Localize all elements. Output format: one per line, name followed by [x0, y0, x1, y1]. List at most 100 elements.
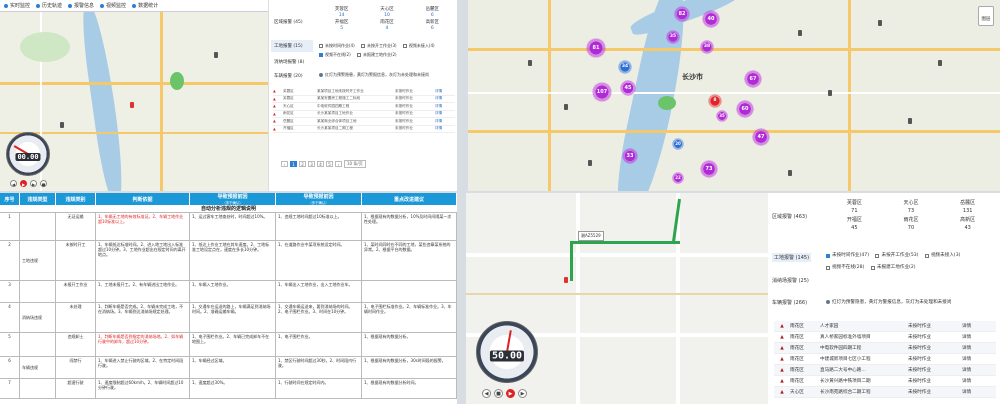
play-icon[interactable]: ▶ [506, 389, 515, 398]
tab-site-alarm[interactable]: 工地报警 (15) [271, 40, 313, 52]
car-marker[interactable] [828, 90, 832, 96]
car-marker[interactable] [908, 118, 912, 124]
list-item[interactable]: ▲ 芙蓉区 某某安置房工程施工二标段 未按时作业 详情 [273, 96, 455, 103]
list-item[interactable]: ▲ 天心区 长沙南苑路综合二期工程 未按时作业 详情 [774, 387, 996, 398]
detail-link[interactable]: 详情 [962, 334, 984, 340]
list-item[interactable]: ▲ 天心区 中电软件园四期工程 未按时作业 详情 [273, 103, 455, 111]
list-item[interactable]: ▲ 雨花区 中建城新项目七区小工程 未按时作业 详情 [774, 354, 996, 365]
cluster-marker[interactable]: 22 [672, 172, 684, 184]
car-marker[interactable] [588, 160, 592, 166]
detail-link[interactable]: 详情 [435, 96, 453, 101]
cluster-marker[interactable]: 35 [666, 30, 680, 44]
cluster-marker[interactable]: 47 [752, 128, 770, 146]
page-size-select[interactable]: 10 条/页 [344, 160, 366, 168]
filter-checkbox[interactable]: 未报建工地作业(2) [870, 263, 916, 273]
page-button[interactable]: 5 [326, 161, 333, 167]
car-marker[interactable] [938, 60, 942, 66]
detail-link[interactable]: 详情 [435, 89, 453, 94]
detail-link[interactable]: 详情 [962, 367, 984, 373]
tab-disposal-alarm[interactable]: 消纳场报警 (25) [772, 277, 809, 284]
filter-checkbox[interactable]: 视频未接入(4) [402, 42, 435, 50]
toolbar-item[interactable]: 数据统计 [132, 2, 158, 9]
detail-link[interactable]: 详情 [962, 378, 984, 384]
list-item[interactable]: ▲ 雨花区 中电软件园四期工程 未按时作业 详情 [774, 343, 996, 354]
map-area[interactable]: 长沙市 82 40 81 35 38 34 67 45 107 8 60 35 … [468, 0, 1000, 191]
list-item[interactable]: ▲ 雨花区 长沙黄兴路中铁项目二期 未按时作业 详情 [774, 376, 996, 387]
detail-link[interactable]: 详情 [962, 389, 984, 395]
cluster-marker[interactable]: 40 [702, 10, 720, 28]
page-button[interactable]: 1 [290, 161, 297, 167]
toolbar-item[interactable]: 视频监控 [100, 2, 126, 9]
car-marker[interactable] [528, 60, 532, 66]
next-page-button[interactable]: › [335, 161, 342, 167]
toolbar-item[interactable]: 历史轨迹 [36, 2, 62, 9]
tab-disposal-alarm[interactable]: 消纳场报警 (8) [271, 56, 313, 68]
detail-link[interactable]: 详情 [435, 104, 453, 109]
legend-radio-item[interactable]: 红灯为预警隐患，黄灯为警报信息，灰灯为未处理和未接尚 [319, 72, 429, 78]
detail-link[interactable]: 详情 [962, 345, 984, 351]
filter-checkbox[interactable]: 未按时间作业(47) [826, 251, 869, 261]
car-marker[interactable] [130, 102, 134, 108]
cluster-marker[interactable]: 8 [708, 94, 722, 108]
list-item[interactable]: ▲ 芙蓉区 某某项目工地未按时开工作业 未按时作业 详情 [273, 88, 455, 96]
cluster-marker[interactable]: 60 [736, 100, 754, 118]
cluster-marker[interactable]: 33 [622, 148, 638, 164]
car-marker[interactable] [798, 30, 802, 36]
rewind-icon[interactable]: ◀ [10, 180, 17, 187]
cluster-marker[interactable]: 82 [674, 6, 690, 22]
filter-checkbox[interactable]: 未报建工地作业(2) [356, 51, 397, 59]
rewind-icon[interactable]: ◀ [482, 389, 491, 398]
list-item[interactable]: ▲ 开福区 长沙某某项目二期工程 未按时作业 详情 [273, 126, 455, 133]
stop-icon[interactable]: ■ [494, 389, 503, 398]
detail-link[interactable]: 详情 [435, 126, 453, 131]
car-marker[interactable] [564, 104, 568, 110]
filter-checkbox[interactable]: 视频不在线(28) [826, 263, 864, 273]
layers-button[interactable]: 图层 [978, 6, 994, 26]
page-button[interactable]: 3 [308, 161, 315, 167]
car-marker[interactable] [878, 20, 882, 26]
cluster-marker[interactable]: 67 [744, 70, 762, 88]
legend-radio-item[interactable]: 红灯为预警隐患，黄灯为警报信息，灰灯为未处理和未接尚 [826, 299, 951, 305]
prev-page-button[interactable]: ‹ [281, 161, 288, 167]
filter-checkbox[interactable]: 未按时间作业(4) [319, 42, 355, 50]
car-marker[interactable] [60, 122, 64, 128]
tab-vehicle-alarm[interactable]: 车辆报警 (266) [772, 299, 807, 306]
filter-checkbox[interactable]: 视频不在线(2) [319, 51, 351, 59]
list-item[interactable]: ▲ 雨花区 直马路二大号中心路... 未按时作业 详情 [774, 365, 996, 376]
cluster-marker[interactable]: 73 [700, 160, 718, 178]
tab-region-alarm[interactable]: 区域报警 (45) [271, 16, 313, 28]
cluster-marker[interactable]: 81 [586, 38, 606, 58]
car-marker[interactable] [788, 170, 792, 176]
page-button[interactable]: 2 [299, 161, 306, 167]
tab-vehicle-alarm[interactable]: 车辆报警 (20) [271, 70, 313, 82]
cluster-marker[interactable]: 34 [618, 60, 632, 74]
detail-link[interactable]: 详情 [962, 323, 984, 329]
toolbar-item[interactable]: 实时监控 [4, 2, 30, 9]
car-marker[interactable] [214, 52, 218, 58]
detail-link[interactable]: 详情 [435, 111, 453, 116]
filter-checkbox[interactable]: 视频未接入(3) [924, 251, 960, 261]
page-button[interactable]: 4 [317, 161, 324, 167]
tab-site-alarm[interactable]: 工地报警 (145) [772, 253, 812, 262]
forward-icon[interactable]: ▶ [518, 389, 527, 398]
toolbar-item[interactable]: 报警信息 [68, 2, 94, 9]
list-item[interactable]: ▲ 岳麓区 某某商业综合体项目工地 未按时作业 详情 [273, 118, 455, 126]
filter-checkbox[interactable]: 未按开工作业(3) [360, 42, 397, 50]
detail-link[interactable]: 详情 [435, 119, 453, 124]
tab-region-alarm[interactable]: 区域报警 (463) [772, 213, 807, 220]
cluster-marker[interactable]: 35 [716, 110, 728, 122]
filter-checkbox[interactable]: 未按开工作业(53) [875, 251, 918, 261]
forward-icon[interactable]: ▶ [30, 180, 37, 187]
detail-link[interactable]: 详情 [962, 356, 984, 362]
cluster-marker[interactable]: 38 [700, 40, 714, 54]
cluster-marker[interactable]: 107 [592, 82, 612, 102]
list-item[interactable]: ▲ 雨花区 真人桥家园标准外墙项目 未按时作业 详情 [774, 332, 996, 343]
stop-icon[interactable]: ■ [40, 180, 47, 187]
vehicle-marker[interactable] [564, 277, 568, 283]
list-item[interactable]: ▲ 雨花区 人才家园 未按时作业 详情 [774, 321, 996, 332]
play-icon[interactable]: ▶ [20, 180, 27, 187]
cluster-marker[interactable]: 45 [620, 80, 636, 96]
cluster-marker[interactable]: 20 [672, 138, 684, 150]
list-item[interactable]: ▲ 雨花区 长沙某某项目工地作业 未按时作业 详情 [273, 111, 455, 118]
marker-cluster[interactable] [170, 72, 184, 90]
